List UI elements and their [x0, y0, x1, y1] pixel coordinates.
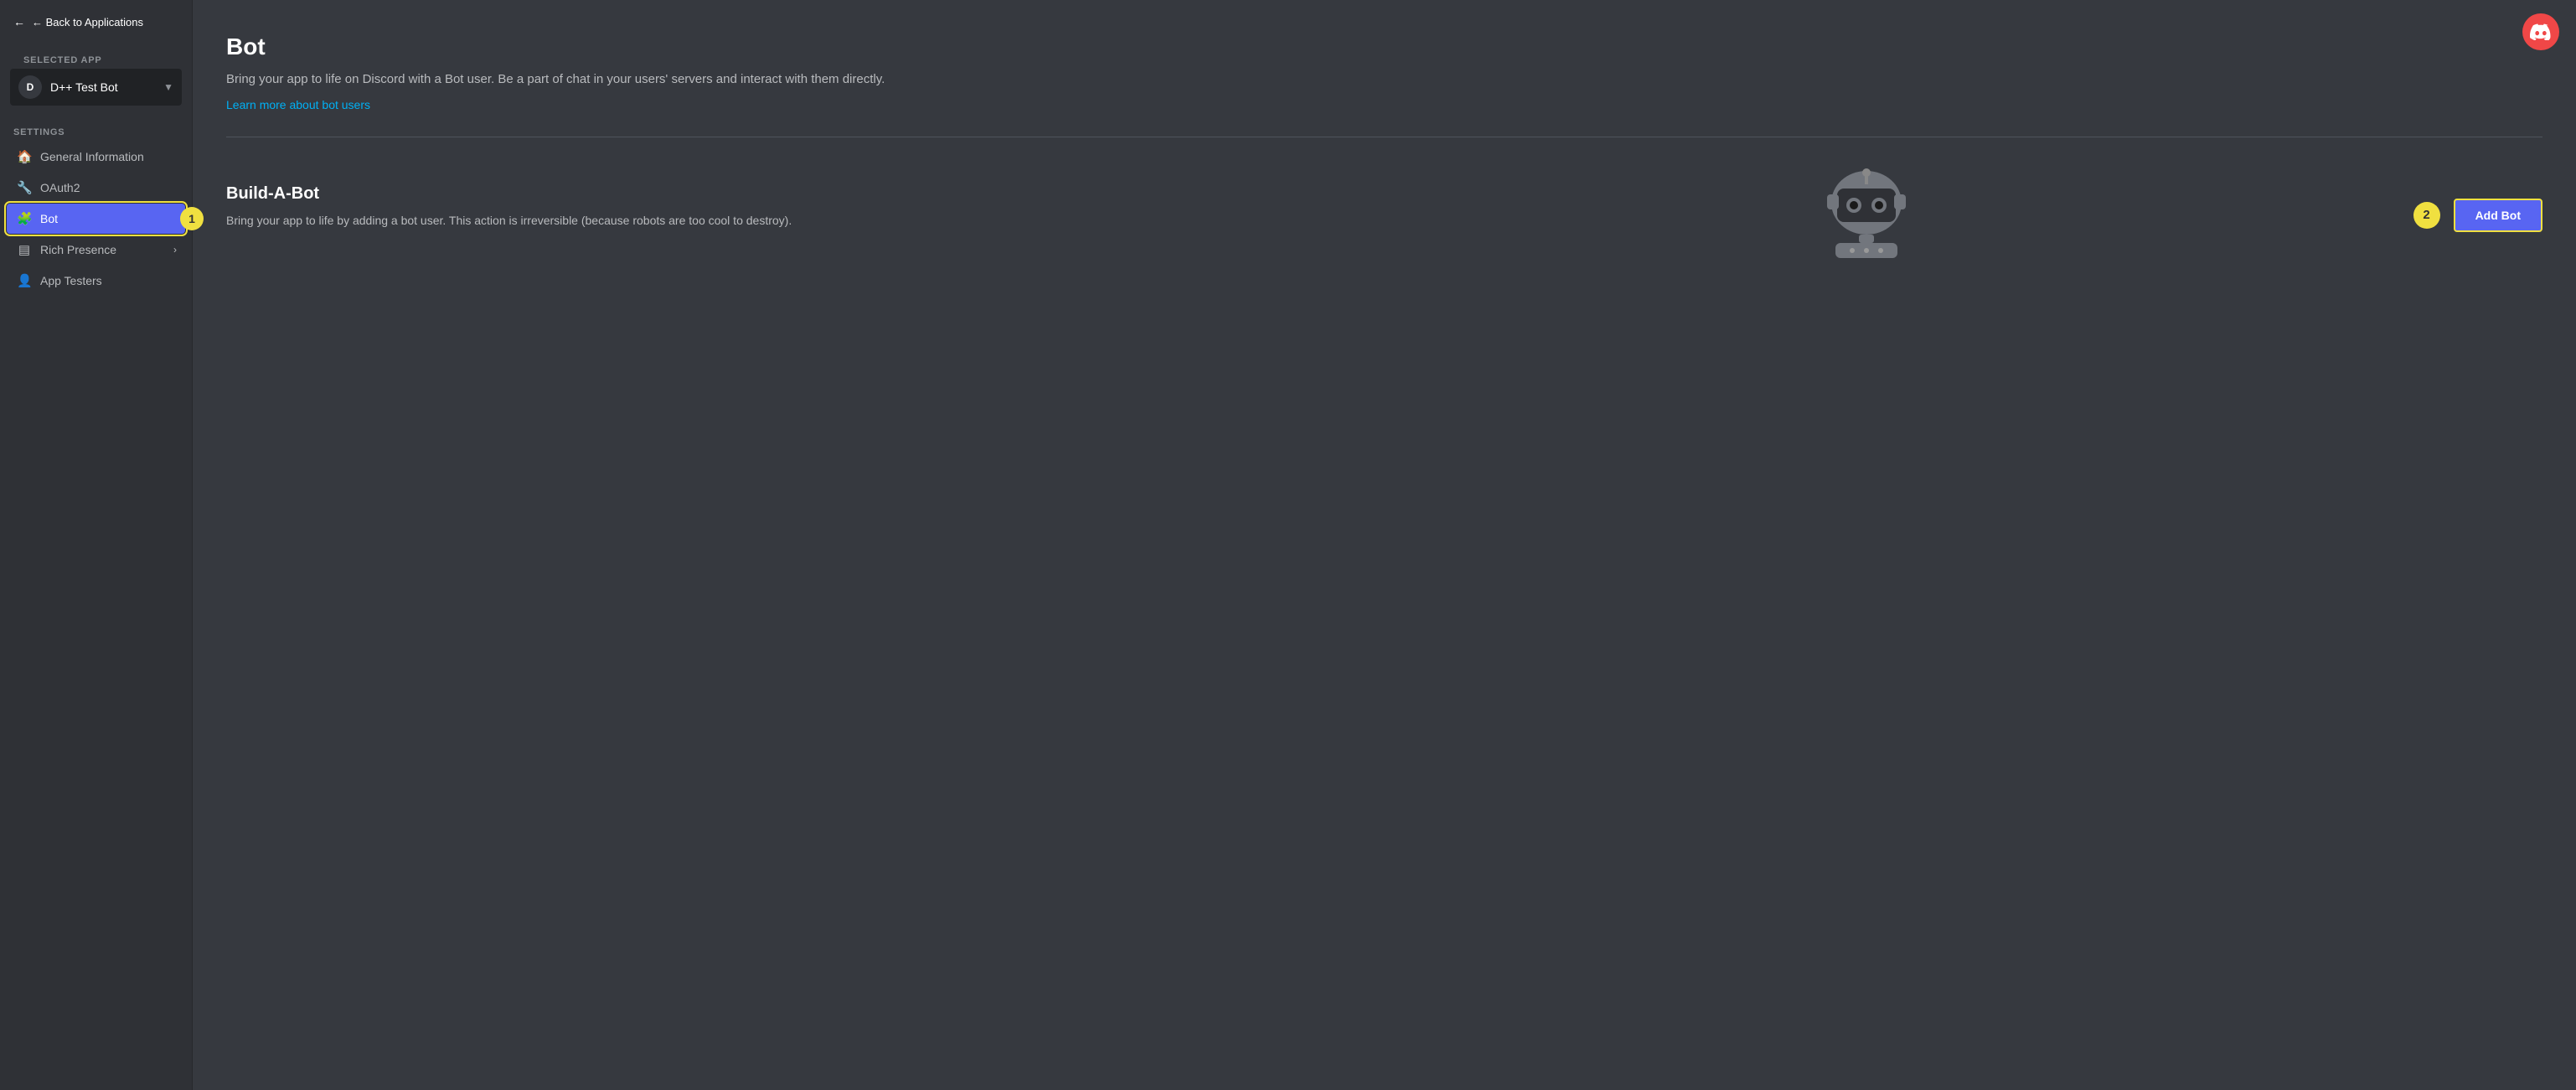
person-icon: 👤 [17, 273, 32, 288]
build-a-bot-title: Build-A-Bot [226, 184, 1319, 204]
sidebar-item-oauth2[interactable]: 🔧 OAuth2 [7, 173, 185, 203]
discord-logo [2522, 13, 2559, 50]
selected-app-section: SELECTED APP D D++ Test Bot ▼ [0, 40, 192, 116]
annotation-badge-1: 1 [180, 207, 204, 230]
settings-label: SETTINGS [0, 116, 192, 141]
sidebar-item-label: OAuth2 [40, 181, 80, 194]
chevron-right-icon: › [173, 244, 177, 256]
sidebar-item-label: General Information [40, 150, 144, 163]
page-title: Bot [226, 34, 2542, 60]
build-a-bot-description: Bring your app to life by adding a bot u… [226, 212, 813, 230]
learn-more-link[interactable]: Learn more about bot users [226, 98, 370, 111]
sidebar-item-app-testers[interactable]: 👤 App Testers [7, 266, 185, 296]
settings-nav: 🏠 General Information 🔧 OAuth2 🧩 Bot 1 ▤… [0, 141, 192, 297]
add-bot-button[interactable]: Add Bot [2454, 199, 2542, 232]
app-selector[interactable]: D D++ Test Bot ▼ [10, 69, 182, 106]
sidebar-item-bot[interactable]: 🧩 Bot 1 [7, 204, 185, 234]
sidebar-item-general-information[interactable]: 🏠 General Information [7, 142, 185, 172]
bot-content: Build-A-Bot Bring your app to life by ad… [226, 184, 1319, 246]
selected-app-label: SELECTED APP [10, 49, 182, 69]
discord-icon [2530, 23, 2552, 40]
build-a-bot-section: Build-A-Bot Bring your app to life by ad… [226, 161, 2542, 270]
chevron-down-icon: ▼ [163, 81, 173, 93]
avatar: D [18, 75, 42, 99]
page-description: Bring your app to life on Discord with a… [226, 70, 980, 90]
home-icon: 🏠 [17, 149, 32, 164]
add-bot-area: 2 Add Bot [2413, 199, 2542, 232]
sidebar-item-label: App Testers [40, 274, 102, 287]
rich-presence-icon: ▤ [17, 242, 32, 257]
app-name: D++ Test Bot [50, 80, 155, 94]
back-to-applications-link[interactable]: ← ← Back to Applications [0, 0, 192, 40]
annotation-badge-2: 2 [2413, 202, 2440, 229]
back-link-label: ← Back to Applications [32, 16, 143, 28]
sidebar-item-label: Bot [40, 212, 58, 225]
sidebar-item-rich-presence[interactable]: ▤ Rich Presence › [7, 235, 185, 265]
back-arrow-icon: ← [13, 15, 25, 28]
robot-illustration [1319, 161, 2413, 270]
puzzle-icon: 🧩 [17, 211, 32, 226]
sidebar: ← ← Back to Applications SELECTED APP D … [0, 0, 193, 1090]
main-content: Bot Bring your app to life on Discord wi… [193, 0, 2576, 1090]
robot-svg [1812, 161, 1921, 270]
wrench-icon: 🔧 [17, 180, 32, 195]
sidebar-item-label: Rich Presence [40, 243, 116, 256]
